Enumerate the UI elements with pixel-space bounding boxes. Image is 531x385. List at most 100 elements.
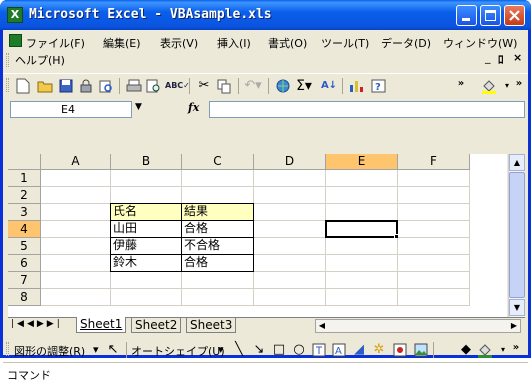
tab-sheet3[interactable]: Sheet3: [186, 318, 237, 333]
cell-d2[interactable]: [254, 187, 326, 204]
menu-format[interactable]: 書式(O): [268, 35, 307, 51]
oval-icon[interactable]: ○: [289, 340, 309, 360]
cell-d7[interactable]: [254, 272, 326, 289]
undo-icon[interactable]: ↶▾: [243, 76, 263, 96]
column-header-e[interactable]: E: [326, 154, 398, 170]
menu-data[interactable]: データ(D): [381, 35, 431, 51]
row-header-3[interactable]: 3: [8, 204, 41, 221]
formula-input[interactable]: [209, 101, 525, 118]
maximize-button[interactable]: [480, 5, 501, 26]
cell-a7[interactable]: [41, 272, 111, 289]
column-header-a[interactable]: A: [41, 154, 111, 170]
column-header-c[interactable]: C: [182, 154, 254, 170]
picture-icon[interactable]: [411, 340, 431, 360]
row-header-1[interactable]: 1: [8, 170, 41, 187]
help-icon[interactable]: ?: [369, 76, 389, 96]
cell-b2[interactable]: [111, 187, 182, 204]
menu-window[interactable]: ウィンドウ(W): [443, 35, 517, 51]
spell-icon[interactable]: ABC✓: [165, 76, 190, 96]
diagram-icon[interactable]: ◢: [349, 340, 369, 360]
name-box[interactable]: E4: [10, 101, 132, 118]
new-icon[interactable]: [13, 76, 33, 96]
hyperlink-icon[interactable]: [273, 76, 293, 96]
line-icon[interactable]: ╲: [229, 340, 249, 360]
cell-d6[interactable]: [254, 255, 326, 272]
cell-c1[interactable]: [182, 170, 254, 187]
cell-a2[interactable]: [41, 187, 111, 204]
toolbar-overflow2-icon[interactable]: »: [509, 74, 529, 94]
row-header-7[interactable]: 7: [8, 272, 41, 289]
preview-icon[interactable]: [144, 76, 164, 96]
tab-scroll-buttons[interactable]: |◀◀▶▶|: [11, 319, 63, 329]
autoshape-dropdown[interactable]: ▾: [218, 343, 224, 356]
cell-a8[interactable]: [41, 289, 111, 306]
copy-icon[interactable]: [214, 76, 234, 96]
cell-b5[interactable]: 伊藤: [110, 237, 182, 255]
cell-c7[interactable]: [182, 272, 254, 289]
cell-b7[interactable]: [111, 272, 182, 289]
cell-f5[interactable]: [398, 238, 470, 255]
scroll-thumb[interactable]: [509, 172, 525, 298]
cell-f2[interactable]: [398, 187, 470, 204]
menu-edit[interactable]: 編集(E): [103, 35, 141, 51]
rectangle-icon[interactable]: □: [269, 340, 289, 360]
arrow-icon[interactable]: ↘: [249, 340, 269, 360]
cell-a5[interactable]: [41, 238, 111, 255]
cell-a6[interactable]: [41, 255, 111, 272]
tab-sheet2[interactable]: Sheet2: [131, 318, 182, 333]
menu-file[interactable]: ファイル(F): [26, 35, 85, 51]
cell-f7[interactable]: [398, 272, 470, 289]
wordart-icon[interactable]: A: [329, 340, 349, 360]
cell-f1[interactable]: [398, 170, 470, 187]
cell-d8[interactable]: [254, 289, 326, 306]
cell-a4[interactable]: [41, 221, 111, 238]
autoshape-menu[interactable]: オートシェイプ(U): [131, 343, 225, 359]
toolbar-overflow-icon[interactable]: »: [451, 74, 471, 94]
cell-e4[interactable]: [325, 220, 399, 239]
cell-c4[interactable]: 合格: [181, 220, 254, 238]
save-icon[interactable]: [56, 76, 76, 96]
menu-help[interactable]: ヘルプ(H): [15, 52, 65, 68]
cell-b6[interactable]: 鈴木: [110, 254, 182, 272]
column-header-b[interactable]: B: [111, 154, 182, 170]
cell-a1[interactable]: [41, 170, 111, 187]
cell-a3[interactable]: [41, 204, 111, 221]
cell-f4[interactable]: [398, 221, 470, 238]
row-header-8[interactable]: 8: [8, 289, 41, 306]
cell-b1[interactable]: [111, 170, 182, 187]
cell-d4[interactable]: [254, 221, 326, 238]
scroll-down-button[interactable]: ▼: [509, 299, 525, 316]
name-box-dropdown[interactable]: ▼: [135, 102, 142, 112]
workbook-icon[interactable]: [9, 34, 22, 47]
row-header-6[interactable]: 6: [8, 255, 41, 272]
drawing-overflow-icon[interactable]: »: [506, 338, 526, 358]
spreadsheet-grid[interactable]: ABCDEF 12345678 氏名 結果 山田 合格 伊藤 不合格 鈴木 合格: [8, 154, 507, 317]
row-header-2[interactable]: 2: [8, 187, 41, 204]
research-icon[interactable]: [96, 76, 116, 96]
cell-e3[interactable]: [326, 204, 398, 221]
menu-view[interactable]: 表示(V): [160, 35, 198, 51]
cell-b3[interactable]: 氏名: [110, 203, 182, 221]
draw-adjust-dropdown[interactable]: ▾: [93, 343, 99, 356]
scroll-right-button[interactable]: ▶: [508, 320, 520, 332]
cell-d5[interactable]: [254, 238, 326, 255]
cell-e1[interactable]: [326, 170, 398, 187]
cell-f6[interactable]: [398, 255, 470, 272]
textbox-icon[interactable]: [309, 340, 329, 360]
select-pointer-icon[interactable]: ↖: [103, 340, 123, 360]
drawing-grip[interactable]: [6, 342, 9, 356]
cell-e8[interactable]: [326, 289, 398, 306]
row-header-5[interactable]: 5: [8, 238, 41, 255]
cell-c8[interactable]: [182, 289, 254, 306]
menu-tools[interactable]: ツール(T): [321, 35, 369, 51]
cell-e5[interactable]: [326, 238, 398, 255]
doc-restore-button[interactable]: ﾛ: [498, 51, 504, 67]
cell-b8[interactable]: [111, 289, 182, 306]
autosum-icon[interactable]: Σ▾: [294, 76, 314, 96]
sort-icon[interactable]: A↓: [319, 76, 339, 96]
cell-d1[interactable]: [254, 170, 326, 187]
minimize-button[interactable]: [456, 5, 477, 26]
draw-fill-color-icon[interactable]: [475, 340, 495, 360]
select-all-corner[interactable]: [8, 154, 41, 170]
cell-c5[interactable]: 不合格: [181, 237, 254, 255]
